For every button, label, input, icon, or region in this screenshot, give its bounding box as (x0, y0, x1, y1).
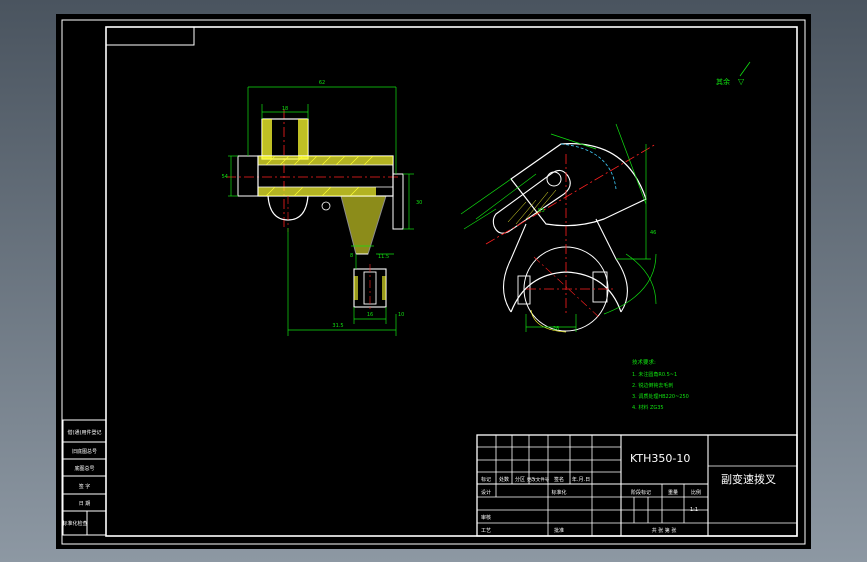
side-label-3: 签 字 (79, 483, 91, 490)
side-label-5: 标准化检查 (62, 520, 87, 527)
fork-view (485, 143, 657, 333)
scale-value: 1:1 (690, 507, 698, 513)
side-label-0: 借(通)用件登记 (68, 429, 102, 436)
side-label-1: 旧底图总号 (72, 448, 97, 455)
design-label: 设计 (481, 489, 491, 496)
drawing-number: KTH350-10 (630, 452, 690, 465)
dim-bottom-total: 31.5 (332, 323, 343, 329)
dim-slot-c: 16 (367, 312, 373, 318)
dim-slot-a: 8 (350, 253, 353, 259)
weight-label: 重量 (668, 489, 678, 496)
tech-note-2: 2. 锐边倒钝去毛刺 (632, 382, 673, 389)
header-signature: 签名 (554, 476, 564, 483)
sheet-outer-border (61, 19, 806, 545)
header-zone: 分区 (515, 476, 525, 483)
side-label-4: 日 期 (79, 501, 91, 507)
header-mark: 标记 (481, 476, 491, 483)
side-label-2: 底图总号 (74, 465, 94, 472)
dim-left-height: 54 (222, 174, 228, 180)
side-panel: 借(通)用件登记 旧底图总号 底图总号 签 字 日 期 标准化检查 (62, 419, 107, 536)
scale-label: 比例 (691, 489, 701, 496)
section-view (226, 109, 404, 312)
tech-notes: 技术要求: 1. 未注圆角R0.5~1 2. 锐边倒钝去毛刺 3. 调质处理HB… (632, 358, 689, 411)
sheet-inner-border (105, 26, 798, 537)
dim-arm-height: 46 (650, 230, 656, 236)
dim-fork-width: 28 (553, 326, 559, 332)
drawing-canvas: 借(通)用件登记 旧底图总号 底图总号 签 字 日 期 标准化检查 62 18 … (61, 19, 806, 545)
tech-note-3: 3. 调质处理HB220~250 (632, 393, 689, 400)
header-count: 处数 (499, 476, 509, 483)
fork-dimensions (460, 123, 657, 332)
tech-note-1: 1. 未注圆角R0.5~1 (632, 371, 677, 378)
approve-label: 批准 (554, 527, 564, 534)
stage-label: 阶段标记 (631, 489, 651, 496)
dim-fork-radius: R5 (538, 208, 545, 214)
header-change-doc: 更改文件号 (527, 476, 550, 483)
header-date: 年.月.日 (572, 476, 590, 483)
tech-note-4: 4. 材料 ZG35 (632, 404, 664, 411)
roughness-symbol: ▽ (738, 77, 745, 86)
dim-bottom-part: 10 (398, 312, 404, 318)
review-label: 审核 (481, 514, 491, 521)
dim-boss-width: 18 (282, 106, 288, 112)
roughness-label: 其余 (716, 77, 730, 86)
dim-right-height: 30 (416, 200, 422, 206)
sheet-label: 共 张 第 张 (652, 527, 677, 534)
dim-slot-b: 11.5 (378, 254, 389, 260)
corner-number-box (105, 26, 195, 46)
process-label: 工艺 (481, 528, 491, 534)
dim-section-width: 62 (319, 80, 325, 86)
drawing-viewport[interactable]: 借(通)用件登记 旧底图总号 底图总号 签 字 日 期 标准化检查 62 18 … (56, 14, 811, 549)
tech-notes-heading: 技术要求: (632, 358, 656, 366)
part-name: 副变速拨叉 (721, 472, 776, 486)
standardize-label: 标准化 (551, 489, 566, 496)
